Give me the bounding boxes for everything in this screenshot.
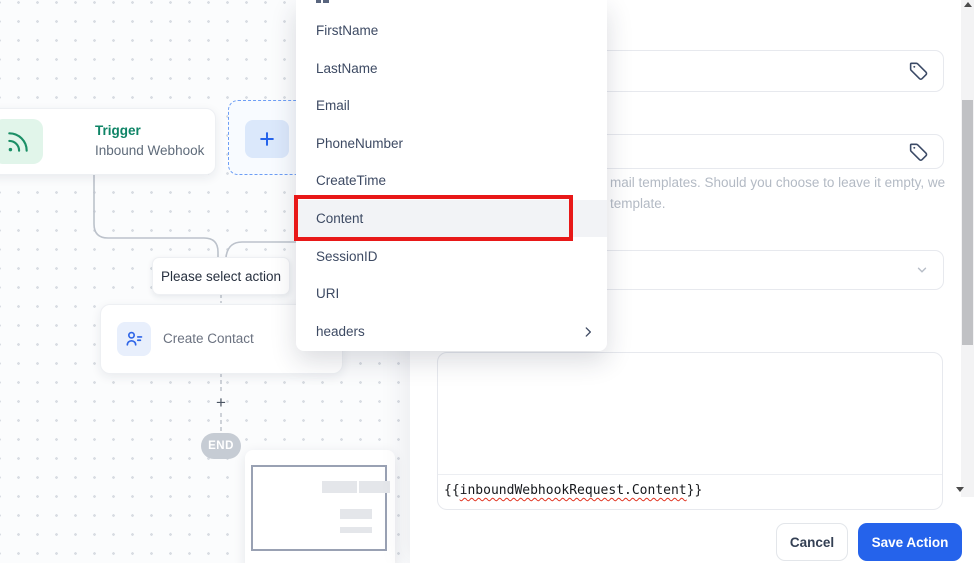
chevron-down-icon — [915, 263, 929, 277]
cancel-button[interactable]: Cancel — [776, 523, 848, 561]
plus-icon — [245, 120, 289, 158]
workflow-editor: Trigger Inbound Webhook Add Please selec… — [0, 0, 974, 563]
tag-icon[interactable] — [908, 141, 929, 162]
select-action-label: Please select action — [160, 268, 282, 284]
subject-field[interactable] — [560, 50, 944, 92]
minimap-card[interactable] — [245, 450, 395, 563]
helper-text-line1: mail templates. Should you choose to lea… — [610, 175, 946, 190]
template-brace: {{ — [444, 483, 460, 498]
helper-text-line2: template. — [610, 196, 666, 211]
tag-icon[interactable] — [908, 61, 929, 82]
minimap-placeholder-bar — [340, 527, 372, 533]
template-brace: }} — [686, 483, 703, 498]
insert-step-plus-icon[interactable]: + — [212, 393, 230, 412]
menu-item-uri[interactable]: URI — [316, 286, 339, 301]
annotation-highlight-box — [294, 195, 573, 241]
template-variable: inboundWebhookRequest.Content — [459, 483, 687, 498]
minimap-viewport — [251, 465, 387, 551]
scroll-up-arrow-icon[interactable] — [964, 2, 972, 7]
save-action-button[interactable]: Save Action — [858, 523, 962, 561]
end-badge: END — [201, 433, 241, 459]
scroll-down-arrow-icon[interactable] — [956, 487, 964, 492]
menu-item-createtime[interactable]: CreateTime — [316, 173, 386, 188]
trigger-node[interactable]: Trigger Inbound Webhook — [0, 108, 216, 175]
create-contact-label: Create Contact — [163, 331, 254, 346]
minimap-placeholder-bar — [340, 509, 372, 519]
trigger-title: Trigger — [95, 123, 141, 138]
menu-item-sessionid[interactable]: SessionID — [316, 249, 378, 264]
menu-item-phonenumber[interactable]: PhoneNumber — [316, 136, 403, 151]
webhook-signal-icon — [0, 119, 43, 164]
minimap-placeholder-bar — [322, 481, 357, 493]
chevron-right-icon — [581, 325, 595, 339]
menu-item-lastname[interactable]: LastName — [316, 61, 378, 76]
menu-item-firstname[interactable]: FirstName — [316, 23, 378, 38]
menu-item-headers[interactable]: headers — [316, 324, 365, 339]
template-select[interactable] — [560, 250, 944, 290]
minimap-placeholder-bar — [359, 481, 390, 493]
menu-item-email[interactable]: Email — [316, 98, 350, 113]
trigger-subtitle: Inbound Webhook — [95, 143, 205, 158]
second-field[interactable] — [560, 134, 944, 169]
panel-scrollbar[interactable] — [961, 0, 974, 497]
editor-content[interactable]: {{inboundWebhookRequest.Content}} — [444, 483, 702, 498]
variable-dropdown-menu: FirstName LastName Email PhoneNumber Cre… — [296, 0, 607, 351]
editor-toolbar: B I U Verdana 16px Paragra... — [438, 353, 942, 475]
select-action-node[interactable]: Please select action — [152, 257, 290, 295]
rich-text-editor[interactable]: B I U Verdana 16px Paragra... — [437, 352, 943, 510]
person-lines-icon — [117, 322, 151, 356]
scrollbar-thumb[interactable] — [962, 100, 973, 345]
